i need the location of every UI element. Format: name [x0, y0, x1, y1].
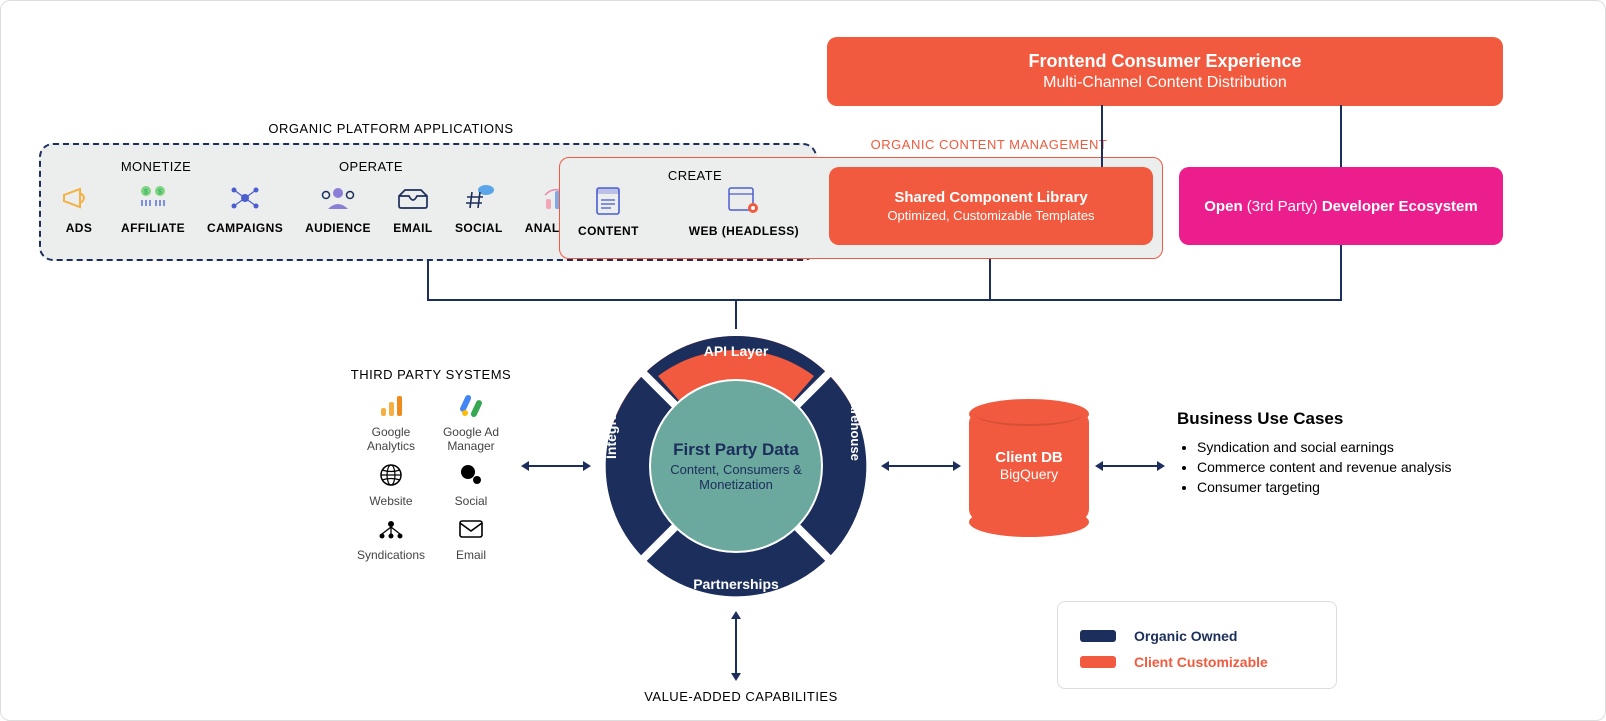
- data-hub: First Party Data Content, Consumers & Mo…: [591, 321, 881, 611]
- architecture-diagram: Frontend Consumer Experience Multi-Chann…: [0, 0, 1606, 721]
- frontend-title: Frontend Consumer Experience: [837, 51, 1493, 72]
- tp-google-analytics: Google Analytics: [351, 391, 431, 454]
- hub-center-subtitle: Content, Consumers & Monetization: [661, 462, 811, 492]
- arrow-icon: [1157, 461, 1165, 471]
- frontend-experience-box: Frontend Consumer Experience Multi-Chann…: [827, 37, 1503, 106]
- label-value-added: VALUE-ADDED CAPABILITIES: [611, 689, 871, 704]
- apps-row: ADS $$ AFFILIATE CAMPAIGNS AUDIENCE: [59, 183, 596, 235]
- svg-text:$: $: [144, 189, 148, 196]
- app-ads: ADS: [59, 183, 99, 235]
- tp-google-ad-manager: Google Ad Manager: [431, 391, 511, 454]
- label-third-party: THIRD PARTY SYSTEMS: [331, 367, 531, 382]
- arrow-icon: [731, 673, 741, 681]
- money-drop-icon: $$: [133, 183, 173, 213]
- connector: [1101, 105, 1103, 167]
- create-apps-row: CONTENT WEB (HEADLESS): [578, 186, 799, 238]
- network-icon: [225, 183, 265, 213]
- google-analytics-icon: [376, 391, 406, 421]
- connector: [735, 617, 737, 673]
- use-cases-list: Syndication and social earnings Commerce…: [1177, 439, 1517, 495]
- connector: [1103, 465, 1157, 467]
- developer-ecosystem-box: Open (3rd Party) Developer Ecosystem: [1179, 167, 1503, 245]
- app-audience: AUDIENCE: [305, 183, 371, 235]
- app-content: CONTENT: [578, 186, 639, 238]
- people-icon: [318, 183, 358, 213]
- swatch-orange: [1080, 656, 1116, 668]
- tp-social: Social: [431, 460, 511, 508]
- nodes-icon: [376, 514, 406, 544]
- app-affiliate: $$ AFFILIATE: [121, 183, 185, 235]
- arrow-icon: [583, 461, 591, 471]
- connector: [735, 299, 1342, 301]
- arrow-icon: [731, 611, 741, 619]
- document-icon: [588, 186, 628, 216]
- connector: [889, 465, 953, 467]
- connector: [427, 299, 737, 301]
- svg-text:$: $: [158, 189, 162, 196]
- arrow-icon: [1095, 461, 1103, 471]
- business-use-cases: Business Use Cases Syndication and socia…: [1177, 409, 1517, 499]
- app-email: EMAIL: [393, 183, 433, 235]
- arrow-icon: [953, 461, 961, 471]
- connector: [529, 465, 583, 467]
- label-operate: OPERATE: [261, 159, 481, 174]
- use-cases-heading: Business Use Cases: [1177, 409, 1517, 429]
- chat-bubbles-icon: [456, 460, 486, 490]
- inbox-icon: [393, 183, 433, 213]
- label-monetize: MONETIZE: [81, 159, 231, 174]
- arrow-icon: [881, 461, 889, 471]
- tp-syndications: Syndications: [351, 514, 431, 562]
- shared-component-box: Shared Component Library Optimized, Cust…: [829, 167, 1153, 245]
- shared-component-title: Shared Component Library: [829, 189, 1153, 206]
- browser-gear-icon: [724, 186, 764, 216]
- google-ad-manager-icon: [456, 391, 486, 421]
- envelope-icon: [456, 514, 486, 544]
- tp-website: Website: [351, 460, 431, 508]
- app-web-headless: WEB (HEADLESS): [689, 186, 799, 238]
- frontend-subtitle: Multi-Channel Content Distribution: [837, 74, 1493, 92]
- connector: [427, 261, 429, 301]
- app-social: SOCIAL: [455, 183, 503, 235]
- legend: Organic Owned Client Customizable: [1057, 601, 1337, 689]
- hub-center: First Party Data Content, Consumers & Mo…: [651, 381, 821, 551]
- label-organic-platform: ORGANIC PLATFORM APPLICATIONS: [241, 121, 541, 136]
- swatch-navy: [1080, 630, 1116, 642]
- arrow-icon: [521, 461, 529, 471]
- tp-email: Email: [431, 514, 511, 562]
- label-create: CREATE: [580, 168, 810, 183]
- legend-organic-owned: Organic Owned: [1080, 628, 1314, 644]
- app-campaigns: CAMPAIGNS: [207, 183, 283, 235]
- megaphone-icon: [59, 183, 99, 213]
- shared-component-subtitle: Optimized, Customizable Templates: [829, 208, 1153, 223]
- connector: [1340, 245, 1342, 301]
- hub-center-title: First Party Data: [673, 440, 799, 460]
- third-party-grid: Google Analytics Google Ad Manager Websi…: [351, 391, 511, 563]
- hashtag-icon: [459, 183, 499, 213]
- legend-client-customizable: Client Customizable: [1080, 654, 1314, 670]
- connector: [1340, 105, 1342, 167]
- connector: [989, 259, 991, 301]
- globe-icon: [376, 460, 406, 490]
